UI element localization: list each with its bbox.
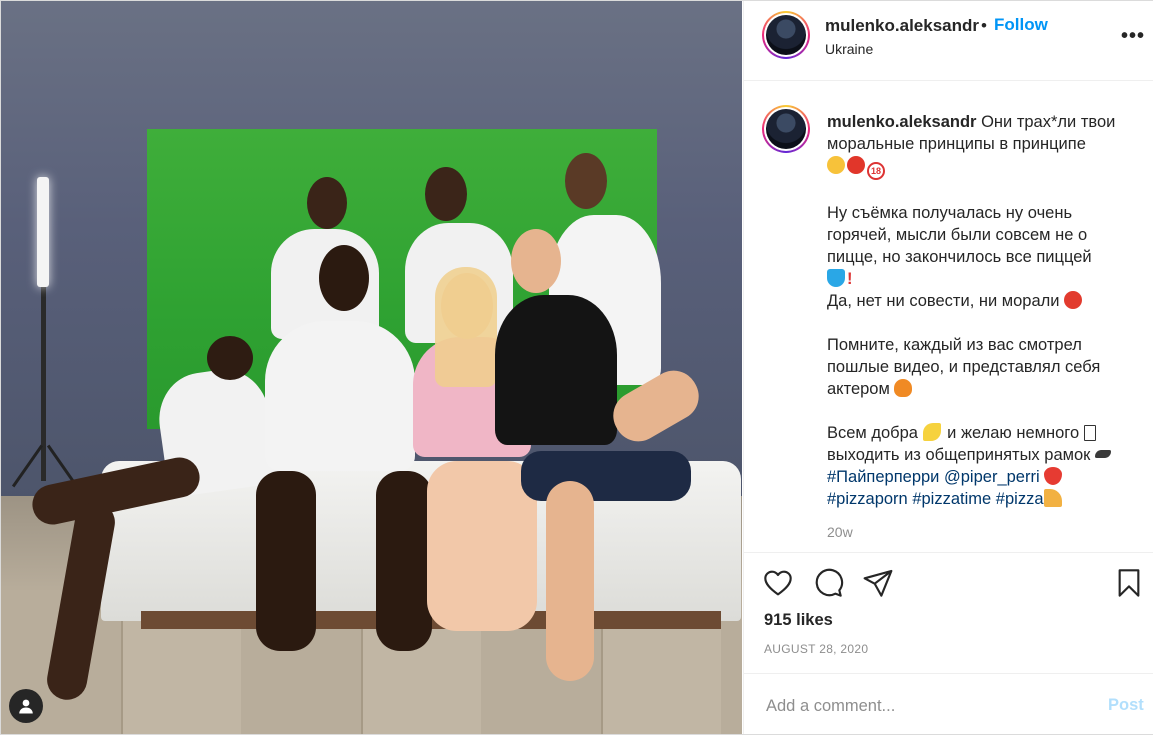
post-modal: mulenko.aleksandr • Follow Ukraine ••• m… [0,0,1153,735]
caption-username[interactable]: mulenko.aleksandr [827,113,976,131]
caption-paragraph-5b: и желаю немного [947,424,1080,442]
comment-bar: Post [744,673,1153,735]
post-actions: 915 likes AUGUST 28, 2020 [744,552,1153,673]
more-options-icon[interactable]: ••• [1121,25,1145,48]
missing-glyph-icon [1083,425,1096,441]
share-button[interactable] [862,567,896,601]
no-under-18-emoji-icon: 18 [867,162,885,180]
caption-area: mulenko.aleksandr Они трах*ли твои морал… [744,81,1153,551]
post-comment-button[interactable]: Post [1108,696,1144,715]
hot-pepper-emoji-icon [1094,450,1111,458]
likes-count[interactable]: 915 likes [764,611,833,630]
user-icon [19,699,33,714]
fire-emoji-icon [894,379,913,397]
comment-icon [815,568,844,597]
strawberry-emoji-icon [1044,467,1063,485]
save-button[interactable] [1113,567,1147,601]
grinning-emoji-icon [827,156,845,174]
separator-dot: • [981,16,987,35]
bookmark-icon [1118,569,1140,597]
author-avatar[interactable] [762,11,810,59]
photo-person [265,321,415,471]
like-button[interactable] [762,567,796,601]
comment-button[interactable] [812,567,846,601]
photo-person [495,295,617,445]
hashtag-link[interactable]: #pizzatime [912,490,991,508]
caption-line-3: Да, нет ни совести, ни морали [827,292,1060,310]
location-link[interactable]: Ukraine [825,41,873,57]
exclamation-emoji-icon: ! [847,270,853,288]
hashtag-link[interactable]: #pizza [996,490,1044,508]
caption-paragraph-5a: Всем добра [827,424,918,442]
post-caption: mulenko.aleksandr Они трах*ли твои морал… [827,111,1137,510]
caption-paragraph-5c: выходить из общепринятых рамок [827,446,1091,464]
banana-emoji-icon [922,423,941,441]
avatar-image [766,15,806,55]
pizza-emoji-icon [1043,489,1062,507]
follow-button[interactable]: Follow [994,15,1048,35]
caption-paragraph-4: Помните, каждый из вас смотрел пошлые ви… [827,336,1101,398]
hashtag-link[interactable]: #pizzaporn [827,490,908,508]
post-date[interactable]: AUGUST 28, 2020 [764,642,868,656]
mention-link[interactable]: @piper_perri [944,468,1040,486]
hashtag-link[interactable]: #Пайперперри [827,468,939,486]
caption-author-avatar[interactable] [762,105,810,153]
heart-icon [764,570,792,596]
apple-emoji-icon [1064,291,1083,309]
post-header: mulenko.aleksandr • Follow Ukraine ••• [744,1,1153,81]
post-photo[interactable] [1,1,742,734]
caption-paragraph-2: Ну съёмка получалась ну очень горячей, м… [827,204,1092,266]
post-side-panel: mulenko.aleksandr • Follow Ukraine ••• m… [743,1,1153,734]
caption-timestamp[interactable]: 20w [827,524,853,540]
author-username[interactable]: mulenko.aleksandr [825,16,979,36]
avatar-image [766,109,806,149]
tagged-people-button[interactable] [9,689,43,723]
paper-plane-icon [863,569,893,597]
devil-emoji-icon [847,156,865,174]
comment-input[interactable] [764,692,1088,720]
blue-heart-emoji-icon [827,269,845,287]
